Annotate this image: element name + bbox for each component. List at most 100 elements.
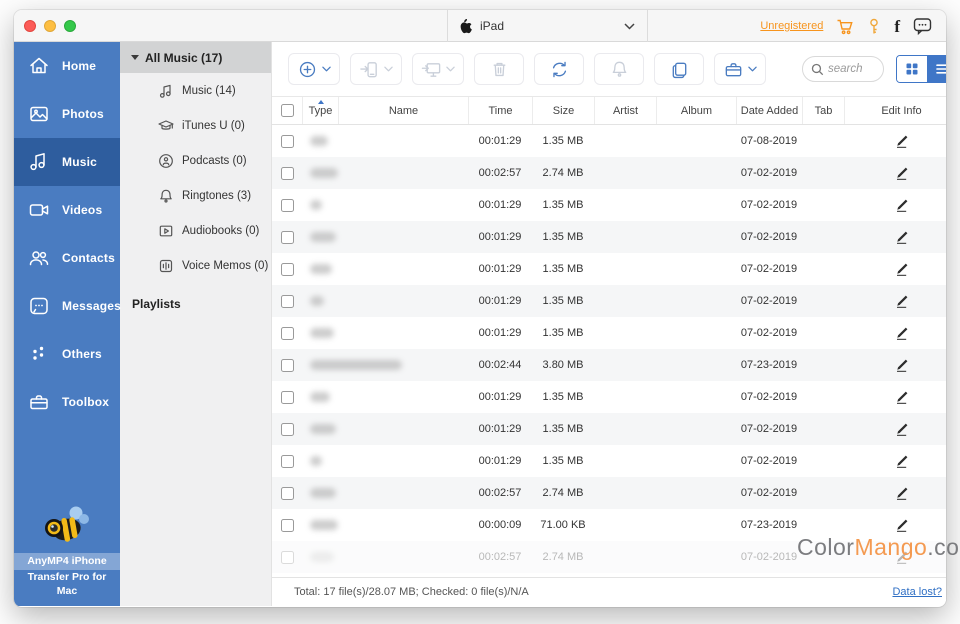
column-header-tab[interactable]: Tab <box>802 97 844 124</box>
column-header-edit-info[interactable]: Edit Info <box>844 97 946 124</box>
sidebar-item-home[interactable]: Home <box>14 42 120 90</box>
sidebar-item-photos[interactable]: Photos <box>14 90 120 138</box>
facebook-icon[interactable]: f <box>894 18 900 35</box>
table-row[interactable]: 00:01:291.35 MB07-02-2019 <box>272 285 946 317</box>
row-checkbox[interactable] <box>281 135 294 148</box>
table-row[interactable]: 00:01:291.35 MB07-02-2019 <box>272 317 946 349</box>
refresh-button[interactable] <box>534 53 584 85</box>
library-item-audiobooks[interactable]: Audiobooks (0) <box>120 213 271 248</box>
cell-album <box>656 317 736 349</box>
grid-view-button[interactable] <box>897 56 927 82</box>
cart-icon[interactable] <box>836 18 854 35</box>
row-checkbox[interactable] <box>281 551 294 564</box>
column-header-size[interactable]: Size <box>532 97 594 124</box>
table-row[interactable]: 00:01:291.35 MB07-02-2019 <box>272 381 946 413</box>
music-icon <box>28 151 50 173</box>
add-button[interactable] <box>288 53 340 85</box>
sidebar-item-contacts[interactable]: Contacts <box>14 234 120 282</box>
table-row[interactable]: 00:02:572.74 MB07-02-2019 <box>272 477 946 509</box>
edit-pencil-icon[interactable] <box>894 518 909 533</box>
row-checkbox[interactable] <box>281 487 294 500</box>
library-item-voice-memos[interactable]: Voice Memos (0) <box>120 248 271 283</box>
export-to-device-button[interactable] <box>350 53 402 85</box>
row-checkbox[interactable] <box>281 519 294 532</box>
column-header-artist[interactable]: Artist <box>594 97 656 124</box>
edit-pencil-icon[interactable] <box>894 262 909 277</box>
sidebar-item-others[interactable]: Others <box>14 330 120 378</box>
cell-album <box>656 413 736 445</box>
dedupe-button[interactable] <box>654 53 704 85</box>
table-row[interactable]: 00:01:291.35 MB07-08-2019 <box>272 125 946 157</box>
bell-icon <box>609 59 630 80</box>
select-all-checkbox[interactable] <box>281 104 294 117</box>
row-checkbox[interactable] <box>281 231 294 244</box>
cell-artist <box>594 125 656 157</box>
library-item-itunes-u[interactable]: iTunes U (0) <box>120 108 271 143</box>
column-header-date-added[interactable]: Date Added <box>736 97 802 124</box>
minimize-window-button[interactable] <box>44 20 56 32</box>
cell-album <box>656 541 736 573</box>
table-row[interactable]: 00:01:291.35 MB07-02-2019 <box>272 413 946 445</box>
edit-pencil-icon[interactable] <box>894 198 909 213</box>
unregistered-link[interactable]: Unregistered <box>760 20 823 32</box>
table-row[interactable]: 00:01:291.35 MB07-02-2019 <box>272 221 946 253</box>
edit-pencil-icon[interactable] <box>894 358 909 373</box>
edit-pencil-icon[interactable] <box>894 294 909 309</box>
library-item-music[interactable]: Music (14) <box>120 73 271 108</box>
row-checkbox-cell <box>272 445 302 477</box>
row-checkbox[interactable] <box>281 359 294 372</box>
device-selector[interactable]: iPad <box>447 10 648 42</box>
edit-pencil-icon[interactable] <box>894 230 909 245</box>
row-checkbox[interactable] <box>281 423 294 436</box>
videos-icon <box>28 199 50 221</box>
delete-button[interactable] <box>474 53 524 85</box>
key-icon[interactable] <box>867 18 881 35</box>
zoom-window-button[interactable] <box>64 20 76 32</box>
row-checkbox[interactable] <box>281 295 294 308</box>
column-header-album[interactable]: Album <box>656 97 736 124</box>
edit-pencil-icon[interactable] <box>894 486 909 501</box>
search-input[interactable] <box>828 63 880 75</box>
library-item-ringtones[interactable]: Ringtones (3) <box>120 178 271 213</box>
edit-pencil-icon[interactable] <box>894 390 909 405</box>
library-header-all-music[interactable]: All Music (17) <box>120 42 271 73</box>
cell-artist <box>594 445 656 477</box>
cell-time: 00:02:57 <box>468 477 532 509</box>
library-item-podcasts[interactable]: Podcasts (0) <box>120 143 271 178</box>
column-header-name[interactable]: Name <box>338 97 468 124</box>
row-checkbox[interactable] <box>281 391 294 404</box>
table-row[interactable]: 00:01:291.35 MB07-02-2019 <box>272 189 946 221</box>
export-to-computer-button[interactable] <box>412 53 464 85</box>
playlists-header[interactable]: Playlists <box>132 297 271 311</box>
toolbox-button[interactable] <box>714 53 766 85</box>
table-row[interactable]: 00:02:443.80 MB07-23-2019 <box>272 349 946 381</box>
row-checkbox[interactable] <box>281 327 294 340</box>
edit-pencil-icon[interactable] <box>894 326 909 341</box>
column-header-time[interactable]: Time <box>468 97 532 124</box>
search-box[interactable] <box>802 56 884 82</box>
table-row[interactable]: 00:02:572.74 MB07-02-2019 <box>272 157 946 189</box>
list-view-button[interactable] <box>927 56 946 82</box>
redacted-name-blur <box>310 456 322 466</box>
edit-pencil-icon[interactable] <box>894 454 909 469</box>
row-checkbox[interactable] <box>281 199 294 212</box>
cell-size: 1.35 MB <box>532 253 594 285</box>
ringtone-maker-button[interactable] <box>594 53 644 85</box>
feedback-bubble-icon[interactable] <box>913 17 932 35</box>
row-checkbox[interactable] <box>281 263 294 276</box>
close-window-button[interactable] <box>24 20 36 32</box>
edit-pencil-icon[interactable] <box>894 134 909 149</box>
table-row[interactable]: 00:01:291.35 MB07-02-2019 <box>272 445 946 477</box>
sidebar-item-music[interactable]: Music <box>14 138 120 186</box>
copy-icon <box>669 59 690 80</box>
column-header-type[interactable]: Type <box>302 97 338 124</box>
data-lost-link[interactable]: Data lost? <box>892 586 942 598</box>
edit-pencil-icon[interactable] <box>894 166 909 181</box>
row-checkbox[interactable] <box>281 455 294 468</box>
table-row[interactable]: 00:01:291.35 MB07-02-2019 <box>272 253 946 285</box>
sidebar-item-toolbox[interactable]: Toolbox <box>14 378 120 426</box>
row-checkbox[interactable] <box>281 167 294 180</box>
edit-pencil-icon[interactable] <box>894 422 909 437</box>
sidebar-item-videos[interactable]: Videos <box>14 186 120 234</box>
sidebar-item-messages[interactable]: Messages <box>14 282 120 330</box>
